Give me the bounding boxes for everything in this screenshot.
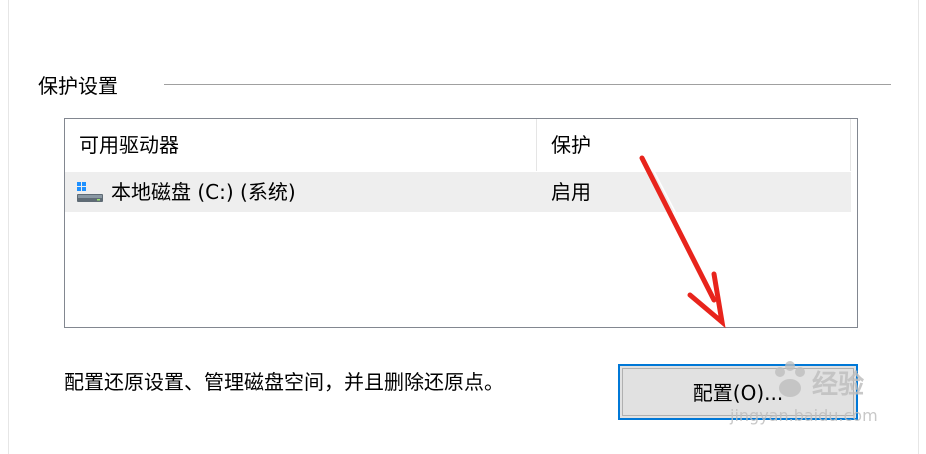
paw-icon bbox=[775, 361, 805, 397]
watermark-brand: 经验 bbox=[812, 370, 865, 400]
annotation-arrow-icon bbox=[639, 155, 726, 329]
watermark-url: jingyan.baidu.com bbox=[730, 406, 878, 425]
column-header-available-drives[interactable]: 可用驱动器 bbox=[65, 119, 537, 171]
window-left-edge bbox=[8, 0, 9, 454]
group-divider bbox=[164, 84, 891, 85]
drive-icon bbox=[77, 182, 103, 202]
watermark: 经验 jingyan.baidu.com bbox=[730, 354, 920, 434]
protection-settings-title: 保护设置 bbox=[38, 74, 118, 98]
drive-name: 本地磁盘 (C:) (系统) bbox=[111, 180, 296, 204]
protection-status: 启用 bbox=[551, 180, 591, 204]
configure-description: 配置还原设置、管理磁盘空间，并且删除还原点。 bbox=[64, 370, 504, 394]
